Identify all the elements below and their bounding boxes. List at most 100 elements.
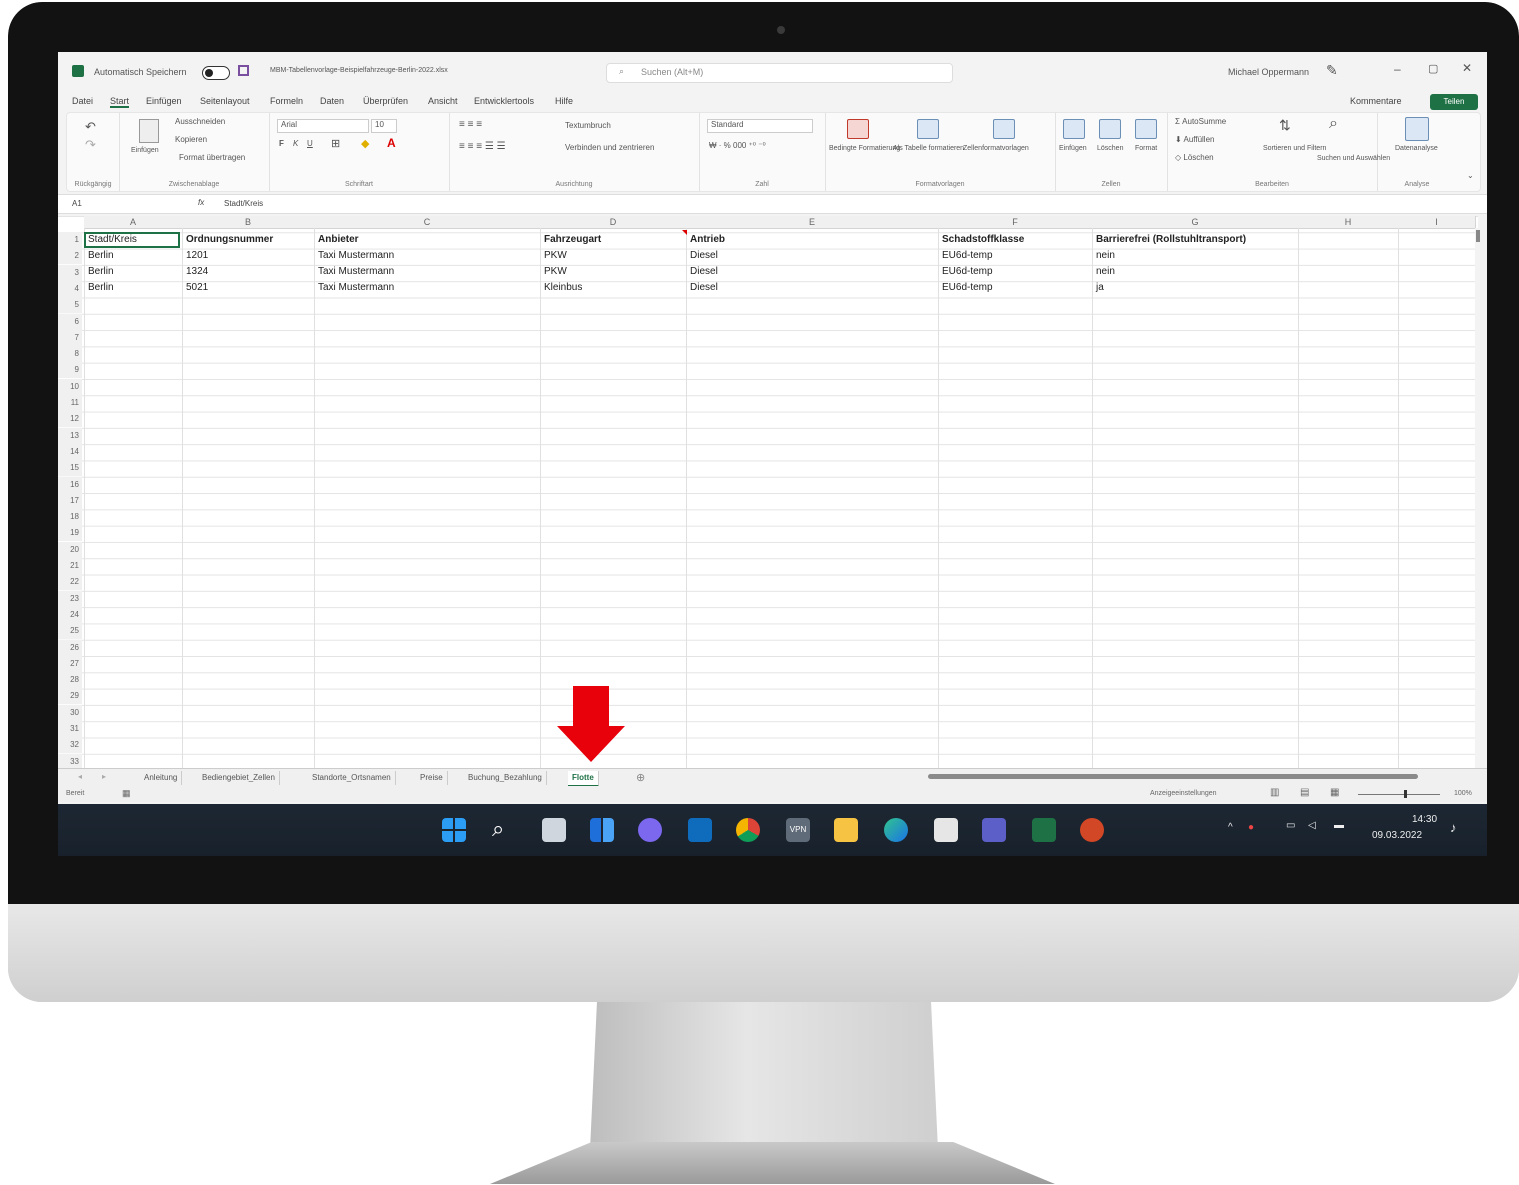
column-header-f[interactable]: F bbox=[938, 216, 1093, 229]
row-header[interactable]: 32 bbox=[58, 737, 82, 754]
zoom-slider-thumb[interactable] bbox=[1404, 790, 1407, 798]
row-header[interactable]: 17 bbox=[58, 492, 82, 509]
cell-a4[interactable]: Berlin bbox=[88, 282, 114, 293]
row-header[interactable]: 4 bbox=[58, 280, 82, 297]
zoom-level[interactable]: 100% bbox=[1454, 790, 1472, 797]
tab-entwicklertools[interactable]: Entwicklertools bbox=[474, 96, 534, 106]
cell-styles-icon[interactable] bbox=[993, 119, 1015, 139]
insert-cells-icon[interactable] bbox=[1063, 119, 1085, 139]
cell-e3[interactable]: Diesel bbox=[690, 266, 718, 277]
spreadsheet-grid[interactable] bbox=[58, 216, 1478, 770]
format-cells-icon[interactable] bbox=[1135, 119, 1157, 139]
cell-c3[interactable]: Taxi Mustermann bbox=[318, 266, 394, 277]
row-header[interactable]: 8 bbox=[58, 346, 82, 363]
cell-d4[interactable]: Kleinbus bbox=[544, 282, 582, 293]
delete-cells-icon[interactable] bbox=[1099, 119, 1121, 139]
cell-styles-button[interactable]: Zellenformatvorlagen bbox=[963, 145, 1029, 152]
row-header[interactable]: 5 bbox=[58, 297, 82, 314]
cut-button[interactable]: Ausschneiden bbox=[175, 117, 225, 126]
minimize-icon[interactable]: – bbox=[1394, 62, 1401, 76]
tab-hilfe[interactable]: Hilfe bbox=[555, 96, 573, 106]
conditional-formatting-icon[interactable] bbox=[847, 119, 869, 139]
page-layout-view-icon[interactable]: ▤ bbox=[1300, 787, 1309, 798]
cell-g3[interactable]: nein bbox=[1096, 266, 1115, 277]
sheet-nav-prev-icon[interactable]: ◂ bbox=[78, 772, 82, 781]
row-header[interactable]: 25 bbox=[58, 623, 82, 640]
wrap-text-button[interactable]: Textumbruch bbox=[565, 121, 611, 130]
row-header[interactable]: 10 bbox=[58, 378, 82, 395]
currency-icon[interactable]: ₩ · % 000 ⁺⁰ ⁻⁰ bbox=[709, 141, 766, 150]
row-header[interactable]: 22 bbox=[58, 574, 82, 591]
vertical-scrollbar[interactable] bbox=[1475, 228, 1481, 768]
cell-c2[interactable]: Taxi Mustermann bbox=[318, 250, 394, 261]
cell-e2[interactable]: Diesel bbox=[690, 250, 718, 261]
pen-icon[interactable]: ✎ bbox=[1326, 62, 1338, 79]
chrome-icon[interactable] bbox=[736, 818, 760, 842]
fill-button[interactable]: ⬇ Auffüllen bbox=[1175, 135, 1214, 144]
paste-icon[interactable] bbox=[139, 119, 159, 143]
network-icon[interactable]: ▭ bbox=[1286, 820, 1295, 831]
battery-icon[interactable]: ▬ bbox=[1334, 820, 1344, 831]
row-header[interactable]: 1 bbox=[58, 232, 82, 248]
cell-f2[interactable]: EU6d-temp bbox=[942, 250, 993, 261]
align-top-icon[interactable]: ≡ ≡ ≡ bbox=[459, 119, 482, 130]
tab-ansicht[interactable]: Ansicht bbox=[428, 96, 458, 106]
tab-ueberpruefen[interactable]: Überprüfen bbox=[363, 96, 408, 106]
file-explorer-icon[interactable] bbox=[834, 818, 858, 842]
search-taskbar-icon[interactable]: ⌕ bbox=[492, 816, 504, 842]
row-header[interactable]: 16 bbox=[58, 476, 82, 493]
tab-start[interactable]: Start bbox=[110, 96, 130, 108]
row-header[interactable]: 30 bbox=[58, 704, 82, 721]
cell-c1[interactable]: Anbieter bbox=[318, 234, 359, 245]
close-icon[interactable]: ✕ bbox=[1462, 61, 1472, 75]
column-header-d[interactable]: D bbox=[540, 216, 687, 229]
insert-cells-button[interactable]: Einfügen bbox=[1059, 145, 1087, 152]
horizontal-scrollbar[interactable] bbox=[928, 774, 1418, 779]
row-header[interactable]: 19 bbox=[58, 525, 82, 542]
windows-start-icon[interactable] bbox=[442, 818, 466, 842]
conditional-formatting-button[interactable]: Bedingte Formatierung bbox=[829, 145, 900, 152]
row-header[interactable]: 2 bbox=[58, 248, 82, 265]
column-header-h[interactable]: H bbox=[1298, 216, 1399, 229]
cell-f3[interactable]: EU6d-temp bbox=[942, 266, 993, 277]
number-format-select[interactable]: Standard bbox=[707, 119, 813, 133]
row-header[interactable]: 7 bbox=[58, 329, 82, 346]
cell-e4[interactable]: Diesel bbox=[690, 282, 718, 293]
tray-app-icon[interactable]: ● bbox=[1248, 822, 1254, 833]
cell-g2[interactable]: nein bbox=[1096, 250, 1115, 261]
italic-button[interactable]: K bbox=[293, 139, 298, 148]
cell-b2[interactable]: 1201 bbox=[186, 250, 208, 261]
row-header[interactable]: 26 bbox=[58, 639, 82, 656]
notification-icon[interactable]: ♪ bbox=[1450, 820, 1457, 835]
underline-button[interactable]: U bbox=[307, 139, 313, 148]
delete-cells-button[interactable]: Löschen bbox=[1097, 145, 1123, 152]
task-view-icon[interactable] bbox=[542, 818, 566, 842]
autosum-button[interactable]: Σ AutoSumme bbox=[1175, 117, 1226, 126]
cell-a1[interactable]: Stadt/Kreis bbox=[88, 234, 137, 245]
user-name[interactable]: Michael Oppermann bbox=[1228, 67, 1309, 77]
undo-icon[interactable]: ↶ bbox=[85, 119, 96, 135]
clock-time[interactable]: 14:30 bbox=[1412, 814, 1437, 825]
row-header[interactable]: 29 bbox=[58, 688, 82, 705]
borders-icon[interactable]: ⊞ bbox=[331, 137, 340, 150]
zoom-slider[interactable] bbox=[1358, 794, 1440, 795]
vpn-icon[interactable]: VPN bbox=[786, 818, 810, 842]
sheet-tab-preise[interactable]: Preise bbox=[416, 771, 448, 785]
add-sheet-icon[interactable]: ⊕ bbox=[636, 771, 645, 784]
share-button[interactable]: Teilen bbox=[1430, 94, 1478, 110]
cell-g4[interactable]: ja bbox=[1096, 282, 1104, 293]
row-header[interactable]: 6 bbox=[58, 313, 82, 330]
outlook-icon[interactable] bbox=[688, 818, 712, 842]
find-select-icon[interactable]: ⌕ bbox=[1329, 115, 1338, 133]
vertical-scrollbar-thumb[interactable] bbox=[1476, 230, 1480, 242]
row-header[interactable]: 21 bbox=[58, 558, 82, 574]
cell-d1[interactable]: Fahrzeugart bbox=[544, 234, 601, 245]
column-header-a[interactable]: A bbox=[84, 216, 183, 229]
save-icon[interactable] bbox=[238, 65, 249, 76]
format-cells-button[interactable]: Format bbox=[1135, 145, 1157, 152]
maximize-icon[interactable]: ▢ bbox=[1428, 62, 1438, 75]
cell-d2[interactable]: PKW bbox=[544, 250, 567, 261]
redo-icon[interactable]: ↷ bbox=[85, 137, 96, 153]
row-header[interactable]: 12 bbox=[58, 411, 82, 428]
row-header[interactable]: 13 bbox=[58, 427, 82, 444]
